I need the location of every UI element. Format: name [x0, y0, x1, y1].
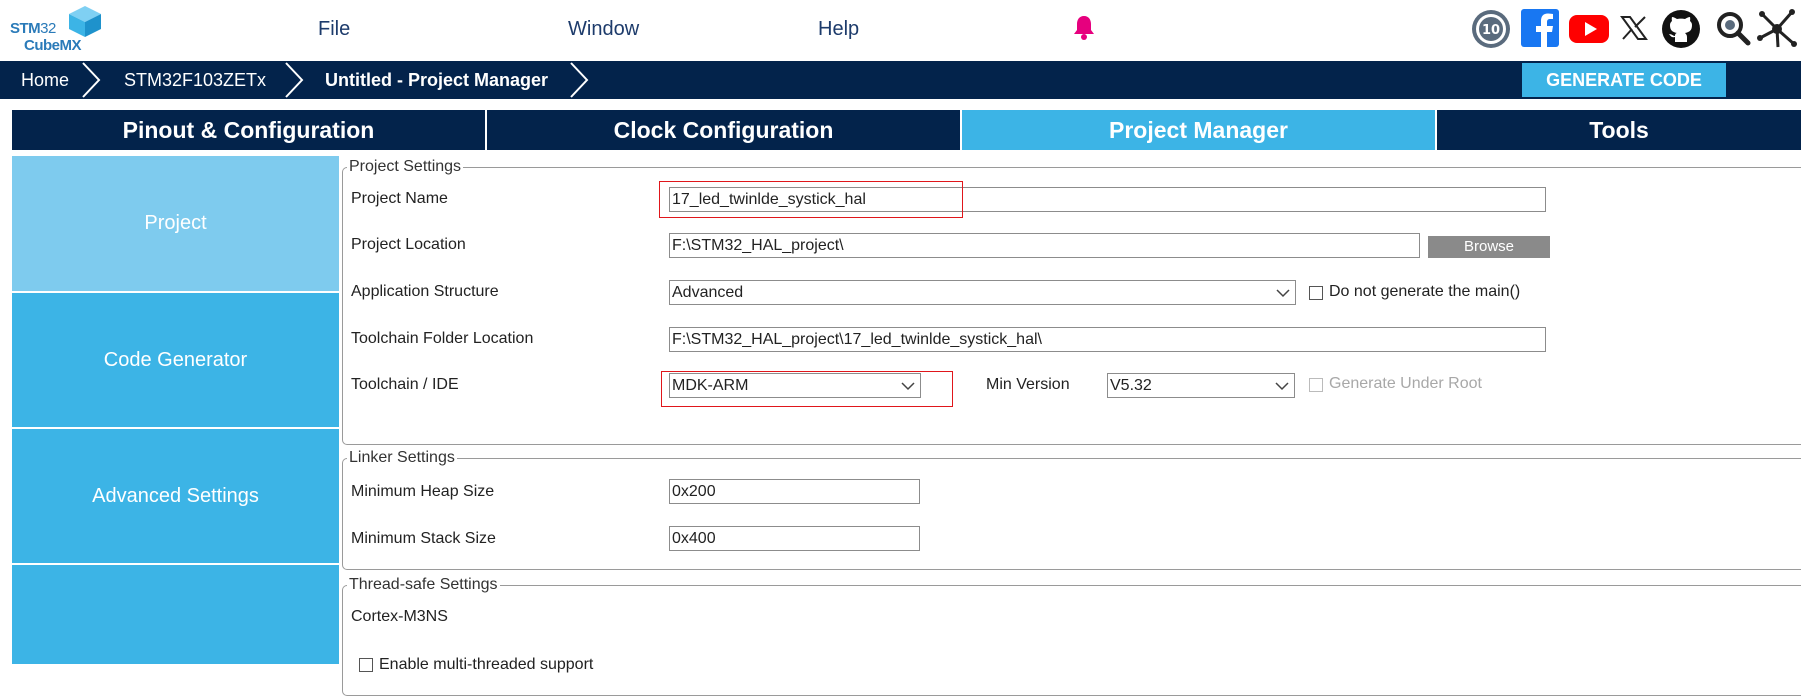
tab-pinout-configuration[interactable]: Pinout & Configuration: [12, 110, 485, 150]
highlight-box: [661, 371, 953, 407]
chevron-right-icon: [82, 62, 101, 98]
application-structure-select[interactable]: Advanced: [669, 280, 1296, 305]
linker-settings-legend: Linker Settings: [349, 449, 455, 466]
search-community-icon[interactable]: [1713, 8, 1753, 48]
menu-window[interactable]: Window: [568, 18, 639, 41]
logo-text-stm32: STM32: [10, 20, 56, 37]
tab-tools[interactable]: Tools: [1437, 110, 1801, 150]
generate-code-button[interactable]: GENERATE CODE: [1522, 63, 1726, 97]
enable-multi-thread-label: Enable multi-threaded support: [379, 656, 594, 673]
top-menu-bar: STM32 CubeMX File Window Help 10: [0, 0, 1801, 60]
application-structure-label: Application Structure: [351, 283, 499, 300]
chevron-right-icon: [570, 62, 589, 98]
x-icon[interactable]: [1619, 8, 1649, 48]
tab-project-manager[interactable]: Project Manager: [962, 110, 1435, 150]
do-not-generate-main-checkbox[interactable]: [1309, 286, 1323, 300]
linker-settings-group: Linker Settings: [342, 449, 1801, 570]
cortex-core-label: Cortex-M3NS: [351, 608, 448, 625]
sidebar: Project Code Generator Advanced Settings: [12, 156, 339, 664]
sidebar-item-project[interactable]: Project: [12, 156, 339, 291]
sidebar-item-advanced-settings[interactable]: Advanced Settings: [12, 429, 339, 563]
network-icon[interactable]: [1756, 8, 1798, 50]
toolchain-folder-label: Toolchain Folder Location: [351, 330, 534, 347]
project-name-label: Project Name: [351, 190, 448, 207]
min-stack-size-label: Minimum Stack Size: [351, 530, 496, 547]
main-tabs: Pinout & Configuration Clock Configurati…: [12, 110, 1801, 150]
youtube-icon[interactable]: [1567, 8, 1611, 48]
min-version-label: Min Version: [986, 376, 1070, 393]
min-heap-size-input[interactable]: 0x200: [669, 479, 920, 504]
thread-safe-settings-group: Thread-safe Settings: [342, 576, 1801, 696]
min-stack-size-input[interactable]: 0x400: [669, 526, 920, 551]
anniversary-10-icon[interactable]: 10: [1470, 8, 1512, 50]
facebook-icon[interactable]: [1520, 8, 1560, 48]
chevron-down-icon: [1275, 382, 1289, 391]
sidebar-item-extra[interactable]: [12, 565, 339, 664]
min-heap-size-label: Minimum Heap Size: [351, 483, 495, 500]
tab-clock-configuration[interactable]: Clock Configuration: [487, 110, 960, 150]
enable-multi-thread-checkbox[interactable]: [359, 658, 373, 672]
menu-help[interactable]: Help: [818, 18, 859, 41]
notification-bell-icon[interactable]: [1072, 14, 1096, 40]
sidebar-item-code-generator[interactable]: Code Generator: [12, 293, 339, 427]
generate-under-root-checkbox[interactable]: [1309, 378, 1323, 392]
project-location-input[interactable]: F:\STM32_HAL_project\: [669, 233, 1420, 258]
chevron-right-icon: [285, 62, 304, 98]
github-icon[interactable]: [1660, 8, 1702, 50]
breadcrumb-device[interactable]: STM32F103ZETx: [124, 61, 266, 99]
chevron-down-icon: [1276, 289, 1290, 298]
highlight-box: [659, 181, 963, 218]
browse-button[interactable]: Browse: [1428, 236, 1550, 258]
generate-under-root-label: Generate Under Root: [1329, 375, 1482, 392]
sidebar-item-label: Advanced Settings: [92, 484, 259, 507]
do-not-generate-main-label: Do not generate the main(): [1329, 283, 1521, 300]
stm32cubemx-logo: STM32 CubeMX: [10, 4, 101, 56]
project-settings-legend: Project Settings: [349, 158, 462, 175]
application-structure-value: Advanced: [672, 284, 744, 301]
breadcrumb-home[interactable]: Home: [21, 61, 69, 99]
thread-safe-settings-legend: Thread-safe Settings: [349, 576, 498, 593]
sidebar-item-label: Code Generator: [103, 348, 248, 371]
svg-text:10: 10: [1482, 23, 1500, 38]
logo-text-cubemx: CubeMX: [24, 37, 82, 54]
toolchain-ide-label: Toolchain / IDE: [351, 376, 459, 393]
menu-file[interactable]: File: [318, 18, 350, 41]
toolchain-folder-input[interactable]: F:\STM32_HAL_project\17_led_twinlde_syst…: [669, 327, 1546, 352]
sidebar-item-label: Project: [144, 212, 207, 234]
min-version-select[interactable]: V5.32: [1107, 373, 1295, 398]
min-version-value: V5.32: [1110, 377, 1152, 394]
breadcrumb-current: Untitled - Project Manager: [325, 70, 549, 90]
project-location-label: Project Location: [351, 236, 466, 253]
cube-icon: [69, 6, 101, 37]
